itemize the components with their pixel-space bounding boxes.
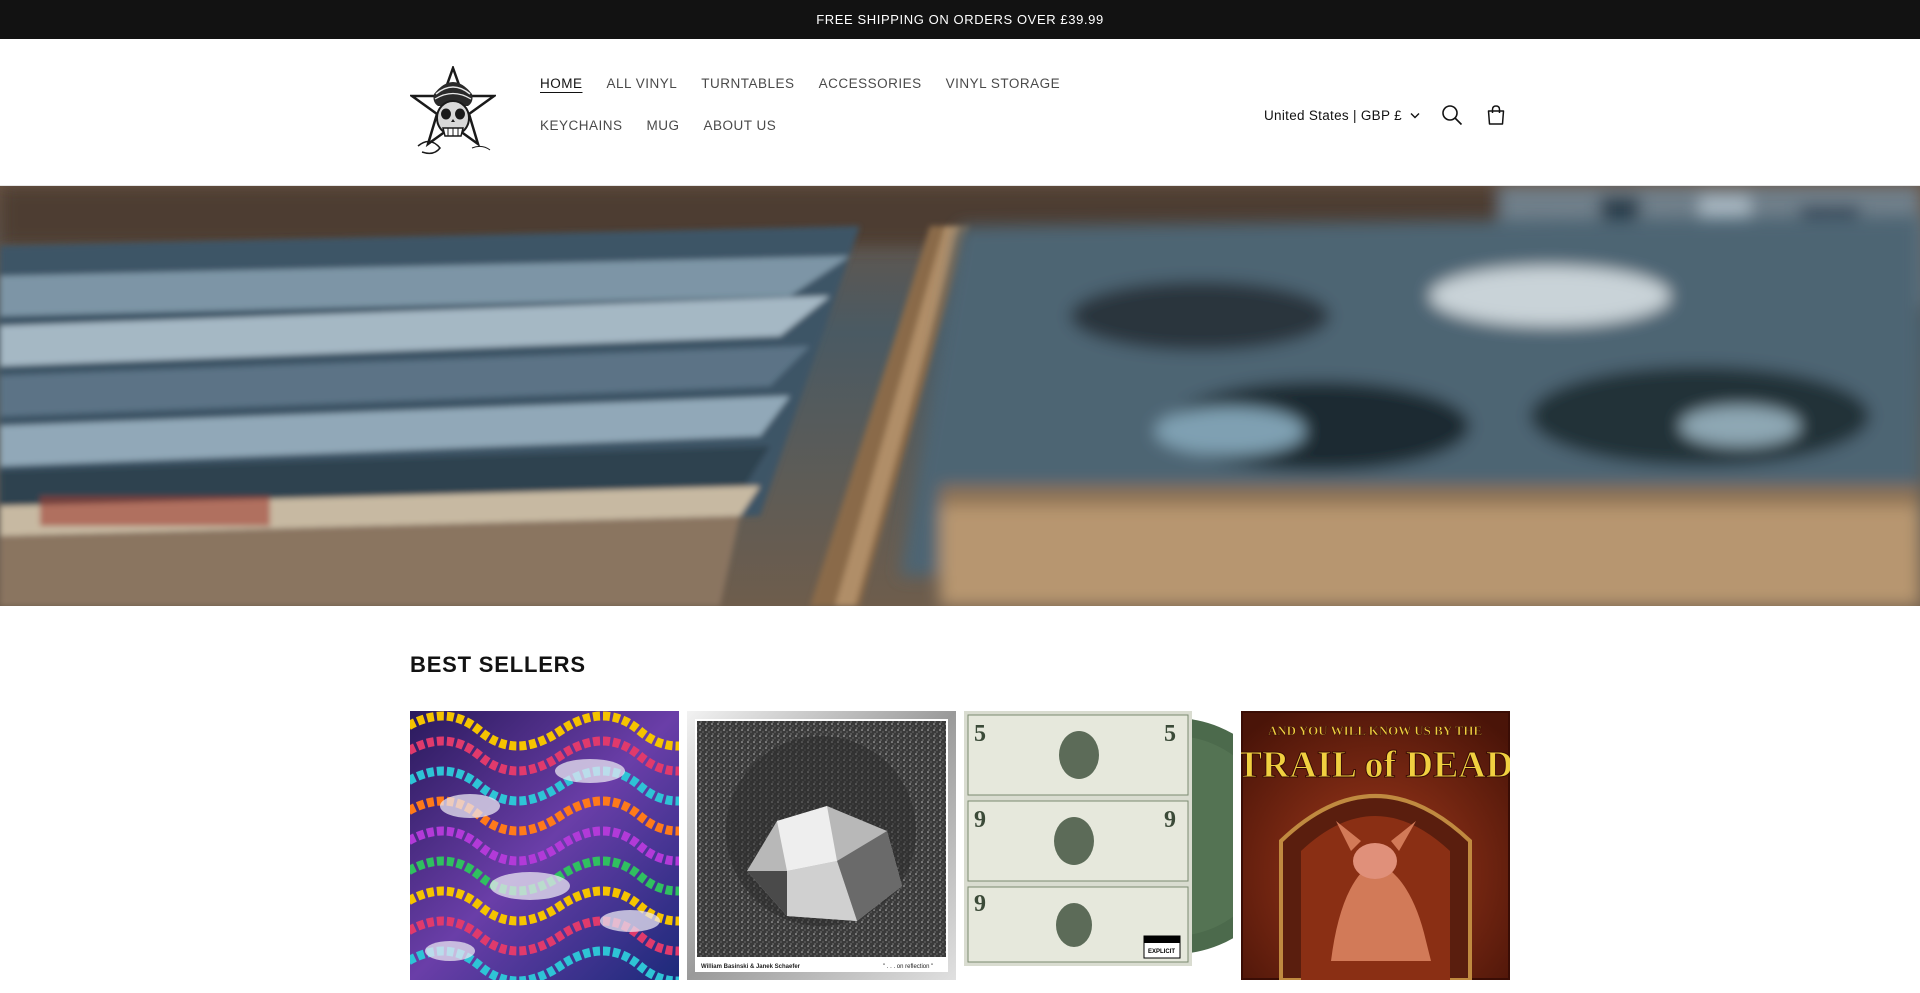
nav-item-keychains[interactable]: KEYCHAINS xyxy=(540,105,635,147)
nav-item-turntables[interactable]: TURNTABLES xyxy=(701,63,806,105)
search-button[interactable] xyxy=(1438,101,1466,129)
best-sellers-title: BEST SELLERS xyxy=(410,652,586,677)
cart-icon xyxy=(1487,105,1505,125)
store-logo[interactable] xyxy=(408,64,498,158)
announcement-bar: FREE SHIPPING ON ORDERS OVER £39.99 xyxy=(0,0,1920,39)
psychedelic-mosaic-cover xyxy=(410,711,679,980)
trail-of-dead-cover: AND YOU WILL KNOW US BY THE TRAIL of DEA… xyxy=(1241,711,1510,980)
product-card[interactable]: 5 5 9 9 9 EXPLICIT xyxy=(964,711,1233,980)
parental-advisory-badge: EXPLICIT xyxy=(1148,949,1175,955)
record-crates-photo xyxy=(0,186,1920,606)
svg-text:9: 9 xyxy=(1164,807,1176,833)
nav-item-vinyl-storage[interactable]: VINYL STORAGE xyxy=(946,63,1073,105)
cover-artist-text: William Basinski & Janek Schaefer xyxy=(701,964,801,970)
silver-foil-cover: William Basinski & Janek Schaefer " . . … xyxy=(687,711,956,980)
cover-band-bottom: TRAIL of DEAD xyxy=(1241,744,1510,786)
search-icon xyxy=(1442,105,1462,126)
nav-item-mug[interactable]: MUG xyxy=(647,105,692,147)
country-currency-selector[interactable]: United States | GBP £ xyxy=(1264,108,1420,123)
nav-item-about-us[interactable]: ABOUT US xyxy=(704,105,789,147)
product-card[interactable]: AND YOU WILL KNOW US BY THE TRAIL of DEA… xyxy=(1241,711,1510,980)
cover-title-text: " . . . on reflection " xyxy=(883,964,933,970)
nav-item-home[interactable]: HOME xyxy=(540,63,595,105)
product-card[interactable]: William Basinski & Janek Schaefer " . . … xyxy=(687,711,956,980)
svg-text:9: 9 xyxy=(974,891,986,917)
main-nav: HOME ALL VINYL TURNTABLES ACCESSORIES VI… xyxy=(540,63,1180,147)
svg-text:5: 5 xyxy=(974,721,986,747)
nav-item-all-vinyl[interactable]: ALL VINYL xyxy=(607,63,690,105)
cover-band-top: AND YOU WILL KNOW US BY THE xyxy=(1268,723,1482,738)
announcement-text: FREE SHIPPING ON ORDERS OVER £39.99 xyxy=(816,12,1104,27)
svg-text:5: 5 xyxy=(1164,721,1176,747)
cart-button[interactable] xyxy=(1482,101,1510,129)
logo-skull-star-icon xyxy=(408,64,498,155)
country-currency-label: United States | GBP £ xyxy=(1264,107,1402,123)
hero-banner-image xyxy=(0,186,1920,606)
best-sellers-grid: William Basinski & Janek Schaefer " . . … xyxy=(410,711,1510,981)
product-card[interactable] xyxy=(410,711,679,980)
dollar-bills-cover: 5 5 9 9 9 EXPLICIT xyxy=(964,711,1233,980)
site-header: HOME ALL VINYL TURNTABLES ACCESSORIES VI… xyxy=(0,39,1920,186)
header-controls: United States | GBP £ xyxy=(1264,101,1510,129)
chevron-down-icon xyxy=(1410,112,1420,118)
svg-text:9: 9 xyxy=(974,807,986,833)
nav-item-accessories[interactable]: ACCESSORIES xyxy=(819,63,934,105)
